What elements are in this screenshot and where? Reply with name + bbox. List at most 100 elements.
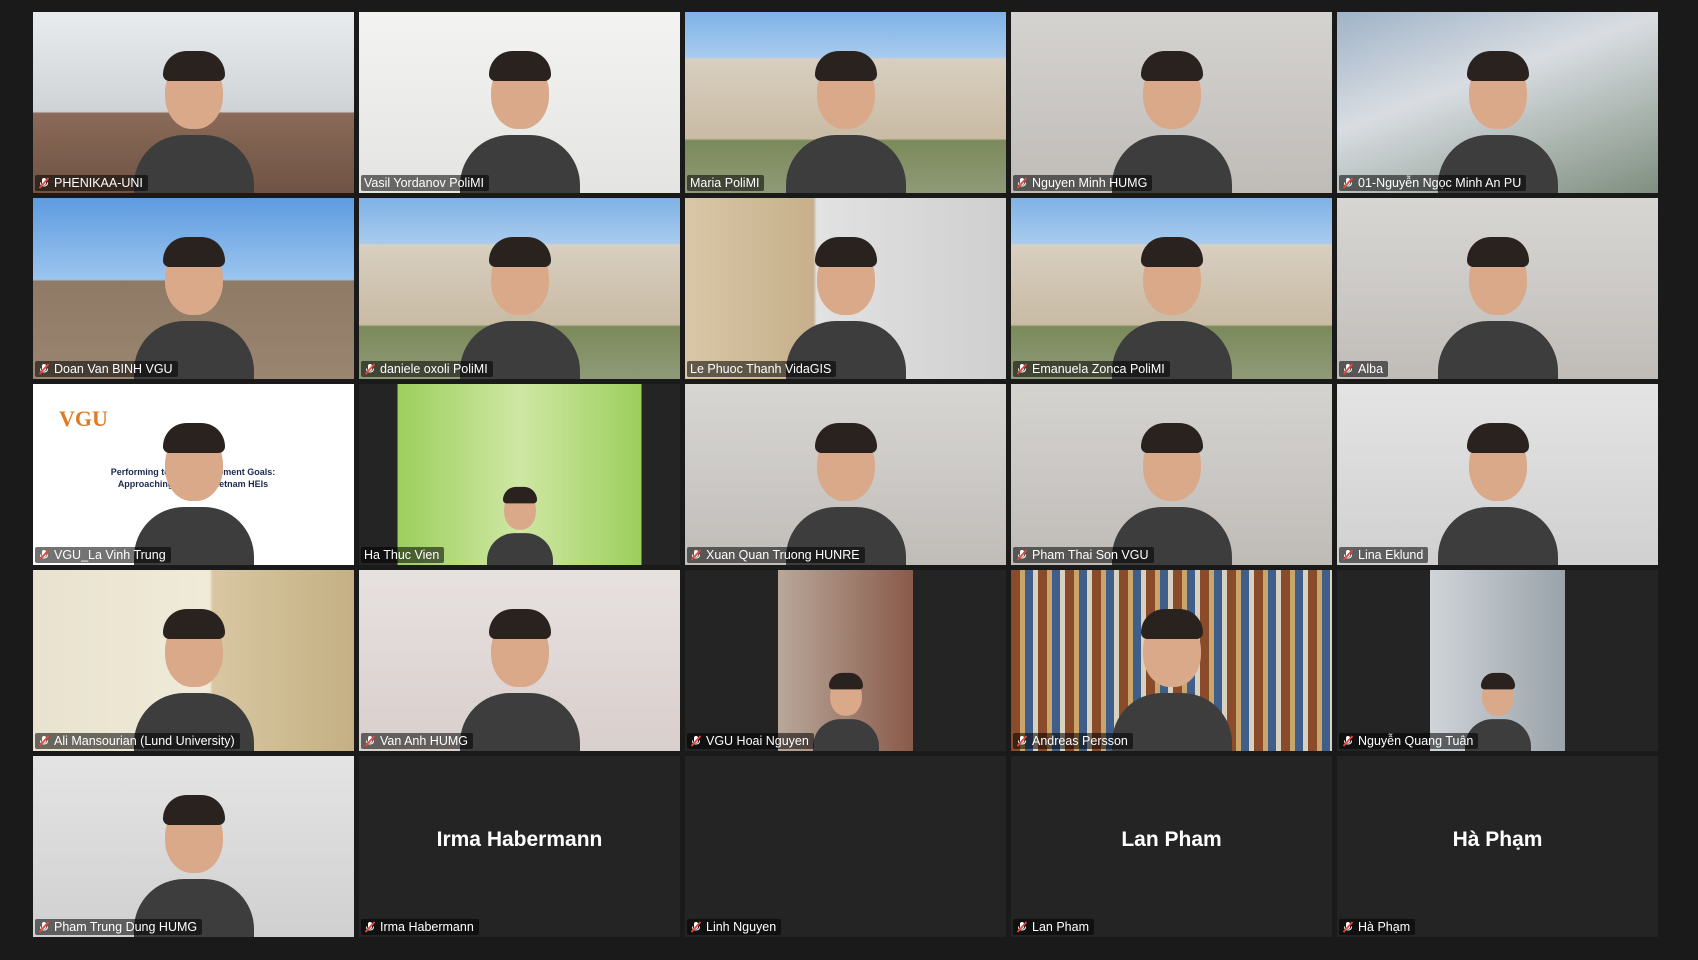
participant-tile[interactable]: Emanuela Zonca PoliMI	[1011, 198, 1332, 379]
participant-name: Alba	[1358, 362, 1384, 376]
participant-name: Doan Van BINH VGU	[54, 362, 173, 376]
microphone-muted-icon	[1342, 549, 1354, 561]
participant-video	[359, 570, 680, 751]
microphone-muted-icon	[364, 921, 376, 933]
microphone-muted-icon	[38, 921, 50, 933]
participant-tile[interactable]: Xuan Quan Truong HUNRE	[685, 384, 1006, 565]
participant-name-label: Pham Trung Dung HUMG	[35, 919, 203, 935]
participant-tile[interactable]: Pham Trung Dung HUMG	[33, 756, 354, 937]
participant-tile[interactable]: VGU Hoai Nguyen	[685, 570, 1006, 751]
participant-name-label: Nguyễn Quang Tuân	[1339, 733, 1479, 749]
participant-name: VGU Hoai Nguyen	[706, 734, 809, 748]
video-gallery: PHENIKAA-UNI Vasil Yordanov PoliMI Maria P…	[0, 0, 1698, 960]
microphone-muted-icon	[690, 549, 702, 561]
participant-name: daniele oxoli PoliMI	[380, 362, 488, 376]
participant-video	[33, 570, 354, 751]
participant-tile[interactable]: Lina Eklund	[1337, 384, 1658, 565]
participant-figure	[459, 601, 580, 751]
participant-tile[interactable]: Ali Mansourian (Lund University)	[33, 570, 354, 751]
participant-tile[interactable]: Andreas Persson	[1011, 570, 1332, 751]
participant-figure	[1111, 43, 1232, 193]
participant-figure	[812, 669, 879, 751]
participant-figure	[1111, 601, 1232, 751]
microphone-muted-icon	[1016, 921, 1028, 933]
microphone-muted-icon	[1016, 177, 1028, 189]
participant-video	[1011, 12, 1332, 193]
participant-display-name: Hà Phạm	[1452, 828, 1543, 851]
participant-figure	[486, 483, 553, 565]
participant-video	[33, 198, 354, 379]
participant-name-label: Hà Phạm	[1339, 919, 1416, 935]
microphone-muted-icon	[364, 363, 376, 375]
participant-figure	[1437, 229, 1558, 379]
participant-name: Lina Eklund	[1358, 548, 1424, 562]
microphone-muted-icon	[364, 735, 376, 747]
participant-display-name: Lan Pham	[1121, 828, 1222, 851]
participant-tile[interactable]: Doan Van BINH VGU	[33, 198, 354, 379]
participant-video	[1011, 384, 1332, 565]
participant-name-label: Doan Van BINH VGU	[35, 361, 178, 377]
participant-video: VGUPerforming tow… Development Goals:App…	[33, 384, 354, 565]
participant-name: Ali Mansourian (Lund University)	[54, 734, 235, 748]
participant-video	[33, 756, 354, 937]
microphone-muted-icon	[1016, 735, 1028, 747]
participant-name: Andreas Persson	[1032, 734, 1128, 748]
participant-name-label: Emanuela Zonca PoliMI	[1013, 361, 1170, 377]
participant-tile[interactable]: daniele oxoli PoliMI	[359, 198, 680, 379]
participant-figure	[785, 229, 906, 379]
participant-tile[interactable]: Lan Pham Lan Pham	[1011, 756, 1332, 937]
participant-name: Hà Phạm	[1358, 920, 1411, 934]
participant-video	[1011, 198, 1332, 379]
participant-name-label: 01-Nguyễn Ngọc Minh An PU	[1339, 175, 1527, 191]
participant-tile[interactable]: Nguyen Minh HUMG	[1011, 12, 1332, 193]
participant-tile[interactable]: Irma Habermann Irma Habermann	[359, 756, 680, 937]
participant-name-label: Xuan Quan Truong HUNRE	[687, 547, 865, 563]
participant-name-label: Pham Thai Son VGU	[1013, 547, 1154, 563]
microphone-muted-icon	[38, 363, 50, 375]
participant-tile[interactable]: Van Anh HUMG	[359, 570, 680, 751]
participant-figure	[459, 43, 580, 193]
participant-video	[359, 384, 680, 565]
microphone-muted-icon	[1342, 735, 1354, 747]
microphone-muted-icon	[38, 549, 50, 561]
participant-name: Le Phuoc Thanh VidaGIS	[690, 362, 832, 376]
participant-tile[interactable]: VGUPerforming tow… Development Goals:App…	[33, 384, 354, 565]
participant-figure	[785, 43, 906, 193]
microphone-muted-icon	[1016, 363, 1028, 375]
participant-video	[685, 570, 1006, 751]
participant-name-label: Ha Thuc Vien	[361, 547, 445, 563]
participant-figure	[1437, 415, 1558, 565]
microphone-muted-icon	[38, 735, 50, 747]
participant-name: VGU_La Vinh Trung	[54, 548, 166, 562]
participant-tile[interactable]: Nguyễn Quang Tuân	[1337, 570, 1658, 751]
participant-tile[interactable]: Le Phuoc Thanh VidaGIS	[685, 198, 1006, 379]
microphone-muted-icon	[690, 921, 702, 933]
participant-tile[interactable]: Linh Nguyen	[685, 756, 1006, 937]
participant-tile[interactable]: 01-Nguyễn Ngọc Minh An PU	[1337, 12, 1658, 193]
participant-tile[interactable]: Vasil Yordanov PoliMI	[359, 12, 680, 193]
participant-name: Pham Thai Son VGU	[1032, 548, 1149, 562]
participant-video	[1337, 12, 1658, 193]
participant-name-label: Linh Nguyen	[687, 919, 782, 935]
participant-name-label: Lina Eklund	[1339, 547, 1429, 563]
participant-tile[interactable]: Alba	[1337, 198, 1658, 379]
participant-name-label: Ali Mansourian (Lund University)	[35, 733, 240, 749]
participant-tile[interactable]: Maria PoliMI	[685, 12, 1006, 193]
participant-tile[interactable]: Ha Thuc Vien	[359, 384, 680, 565]
participant-figure	[133, 43, 254, 193]
participant-name: Linh Nguyen	[706, 920, 777, 934]
participant-name-label: Maria PoliMI	[687, 175, 765, 191]
participant-figure	[1437, 43, 1558, 193]
participant-video	[359, 198, 680, 379]
participant-name-label: daniele oxoli PoliMI	[361, 361, 493, 377]
participant-name: Nguyễn Quang Tuân	[1358, 734, 1474, 748]
participant-name: PHENIKAA-UNI	[54, 176, 143, 190]
microphone-muted-icon	[1342, 921, 1354, 933]
microphone-muted-icon	[1016, 549, 1028, 561]
participant-tile[interactable]: Hà Phạm Hà Phạm	[1337, 756, 1658, 937]
participant-tile[interactable]: Pham Thai Son VGU	[1011, 384, 1332, 565]
participant-display-name: Irma Habermann	[436, 828, 603, 851]
microphone-muted-icon	[38, 177, 50, 189]
participant-video	[359, 12, 680, 193]
participant-tile[interactable]: PHENIKAA-UNI	[33, 12, 354, 193]
